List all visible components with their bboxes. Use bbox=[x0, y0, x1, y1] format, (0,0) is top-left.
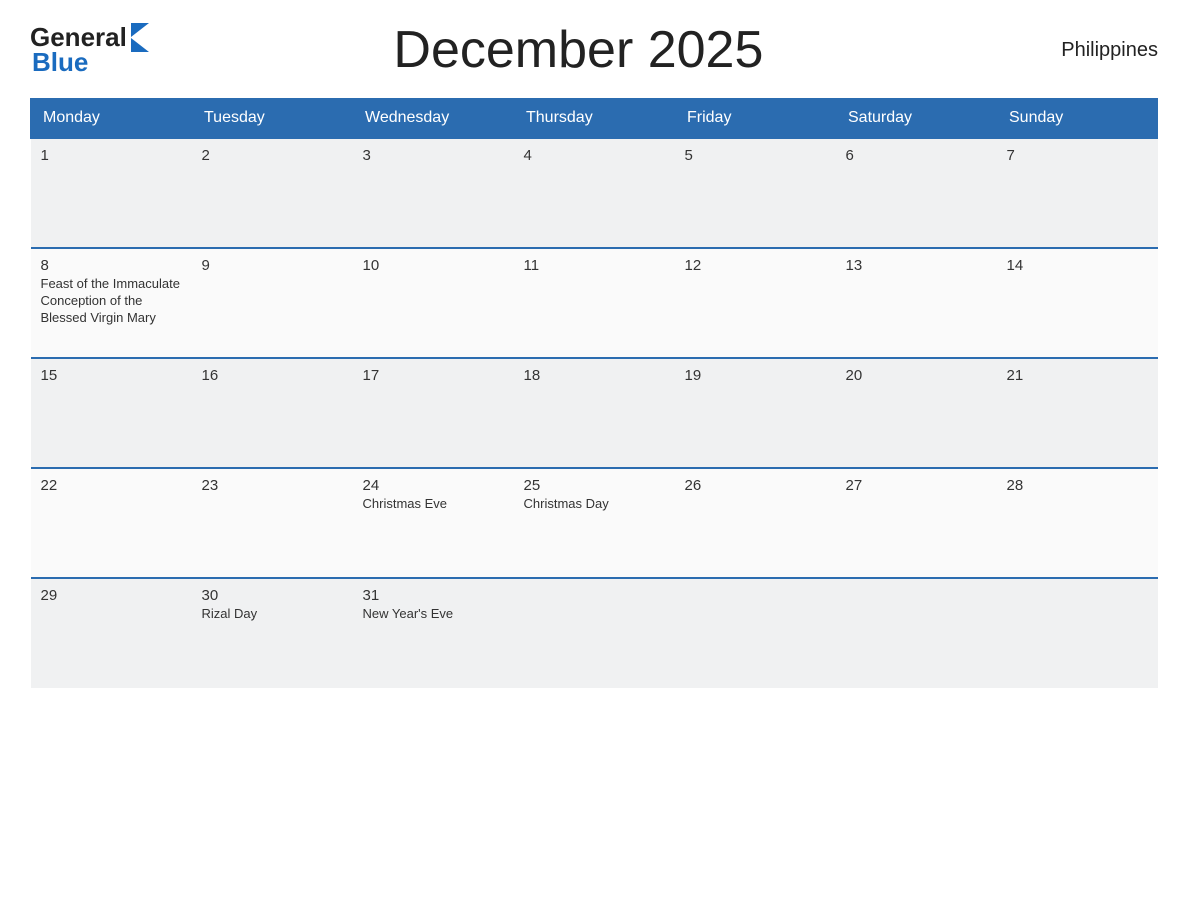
calendar-day: 10 bbox=[353, 248, 514, 358]
calendar-week-3: 15 16 17 18 19 20 21 bbox=[31, 358, 1158, 468]
day-number: 9 bbox=[202, 257, 343, 274]
calendar-day: 3 bbox=[353, 138, 514, 248]
calendar-day: 30 Rizal Day bbox=[192, 578, 353, 688]
calendar-day: 1 bbox=[31, 138, 192, 248]
calendar-day: 28 bbox=[997, 468, 1158, 578]
country-label: Philippines bbox=[1008, 39, 1158, 62]
calendar-day: 26 bbox=[675, 468, 836, 578]
day-number: 7 bbox=[1007, 147, 1148, 164]
day-number: 26 bbox=[685, 477, 826, 494]
day-number: 18 bbox=[524, 367, 665, 384]
calendar-day: 6 bbox=[836, 138, 997, 248]
calendar-day bbox=[836, 578, 997, 688]
calendar-table: Monday Tuesday Wednesday Thursday Friday… bbox=[30, 98, 1158, 688]
holiday-label: Christmas Day bbox=[524, 496, 665, 513]
calendar-week-5: 29 30 Rizal Day 31 New Year's Eve bbox=[31, 578, 1158, 688]
calendar-day bbox=[675, 578, 836, 688]
calendar-day: 9 bbox=[192, 248, 353, 358]
calendar-day: 19 bbox=[675, 358, 836, 468]
day-number: 16 bbox=[202, 367, 343, 384]
page-title: December 2025 bbox=[149, 20, 1008, 80]
calendar-day: 5 bbox=[675, 138, 836, 248]
calendar-week-4: 22 23 24 Christmas Eve 25 Christmas Day 26 27 28 bbox=[31, 468, 1158, 578]
calendar-day: 29 bbox=[31, 578, 192, 688]
logo: General Blue bbox=[30, 22, 149, 78]
header-monday: Monday bbox=[31, 99, 192, 139]
logo-blue-text: Blue bbox=[32, 47, 88, 78]
calendar-day: 31 New Year's Eve bbox=[353, 578, 514, 688]
header-tuesday: Tuesday bbox=[192, 99, 353, 139]
calendar-day: 11 bbox=[514, 248, 675, 358]
day-number: 13 bbox=[846, 257, 987, 274]
calendar-day: 14 bbox=[997, 248, 1158, 358]
calendar-week-1: 1 2 3 4 5 6 7 bbox=[31, 138, 1158, 248]
day-number: 29 bbox=[41, 587, 182, 604]
day-number: 28 bbox=[1007, 477, 1148, 494]
day-number: 22 bbox=[41, 477, 182, 494]
day-number: 15 bbox=[41, 367, 182, 384]
day-number: 12 bbox=[685, 257, 826, 274]
day-number: 21 bbox=[1007, 367, 1148, 384]
calendar-day: 23 bbox=[192, 468, 353, 578]
calendar-day: 7 bbox=[997, 138, 1158, 248]
calendar-day bbox=[997, 578, 1158, 688]
day-number: 24 bbox=[363, 477, 504, 494]
day-number: 20 bbox=[846, 367, 987, 384]
calendar-day: 15 bbox=[31, 358, 192, 468]
calendar-day: 16 bbox=[192, 358, 353, 468]
header-thursday: Thursday bbox=[514, 99, 675, 139]
header-saturday: Saturday bbox=[836, 99, 997, 139]
calendar-day: 25 Christmas Day bbox=[514, 468, 675, 578]
calendar-day: 2 bbox=[192, 138, 353, 248]
day-number: 11 bbox=[524, 257, 665, 274]
day-number: 8 bbox=[41, 257, 182, 274]
day-number: 19 bbox=[685, 367, 826, 384]
holiday-label: Christmas Eve bbox=[363, 496, 504, 513]
calendar-day: 4 bbox=[514, 138, 675, 248]
header-wednesday: Wednesday bbox=[353, 99, 514, 139]
holiday-label: Rizal Day bbox=[202, 606, 343, 623]
calendar-day: 18 bbox=[514, 358, 675, 468]
calendar-day bbox=[514, 578, 675, 688]
holiday-label: New Year's Eve bbox=[363, 606, 504, 623]
header-friday: Friday bbox=[675, 99, 836, 139]
calendar-day: 17 bbox=[353, 358, 514, 468]
calendar-day: 8 Feast of the Immaculate Conception of t… bbox=[31, 248, 192, 358]
calendar-day: 24 Christmas Eve bbox=[353, 468, 514, 578]
day-number: 30 bbox=[202, 587, 343, 604]
day-number: 3 bbox=[363, 147, 504, 164]
day-number: 31 bbox=[363, 587, 504, 604]
day-number: 6 bbox=[846, 147, 987, 164]
day-number: 10 bbox=[363, 257, 504, 274]
day-number: 2 bbox=[202, 147, 343, 164]
day-number: 27 bbox=[846, 477, 987, 494]
holiday-label: Feast of the Immaculate Conception of th… bbox=[41, 276, 182, 327]
calendar-day: 21 bbox=[997, 358, 1158, 468]
day-number: 14 bbox=[1007, 257, 1148, 274]
page-header: General Blue December 2025 Philippines bbox=[30, 20, 1158, 80]
calendar-day: 12 bbox=[675, 248, 836, 358]
day-number: 4 bbox=[524, 147, 665, 164]
header-sunday: Sunday bbox=[997, 99, 1158, 139]
calendar-day: 13 bbox=[836, 248, 997, 358]
day-number: 23 bbox=[202, 477, 343, 494]
day-number: 17 bbox=[363, 367, 504, 384]
calendar-week-2: 8 Feast of the Immaculate Conception of t… bbox=[31, 248, 1158, 358]
calendar-day: 22 bbox=[31, 468, 192, 578]
calendar-day: 20 bbox=[836, 358, 997, 468]
day-number: 25 bbox=[524, 477, 665, 494]
calendar-day: 27 bbox=[836, 468, 997, 578]
day-number: 1 bbox=[41, 147, 182, 164]
day-number: 5 bbox=[685, 147, 826, 164]
calendar-header-row: Monday Tuesday Wednesday Thursday Friday… bbox=[31, 99, 1158, 139]
